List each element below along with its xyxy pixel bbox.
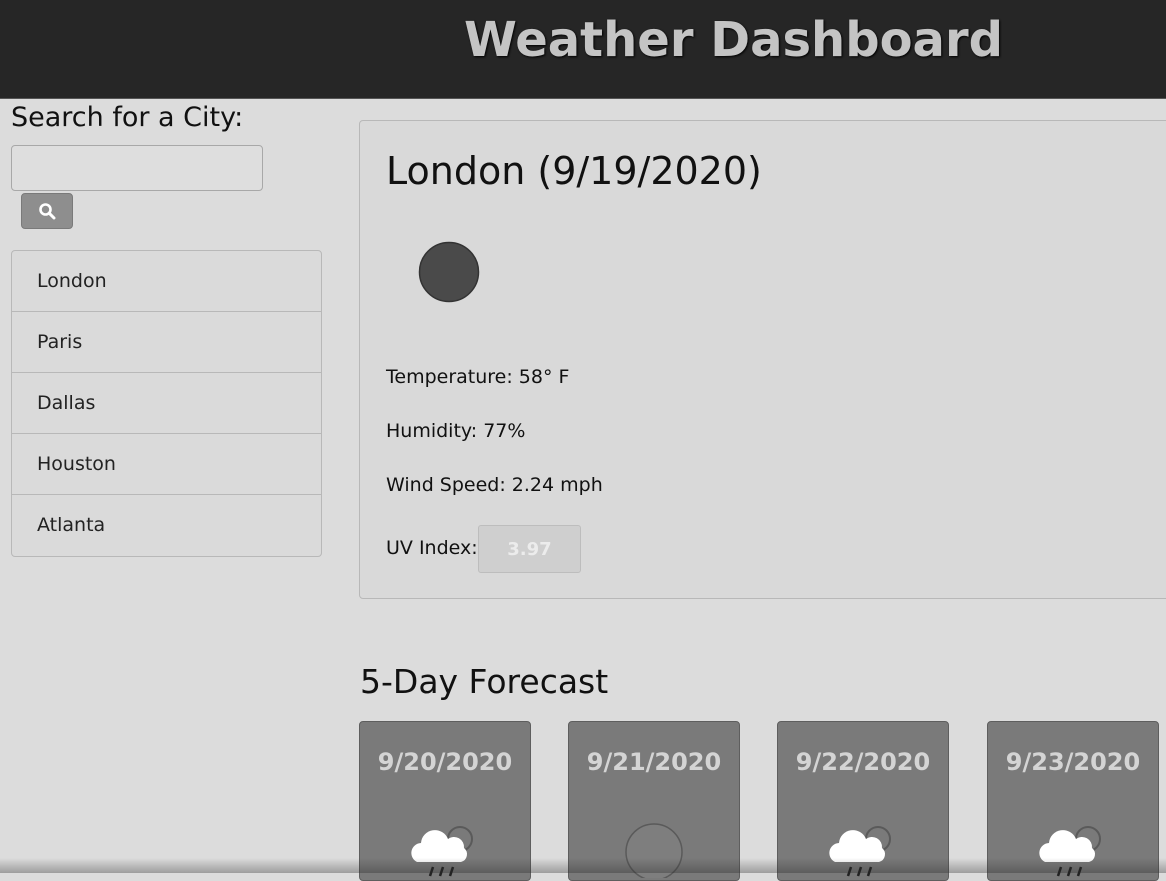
wind-speed-text: Wind Speed: 2.24 mph bbox=[386, 474, 603, 496]
rain-cloud-icon bbox=[1039, 826, 1101, 877]
rain-cloud-icon bbox=[829, 826, 891, 877]
forecast-date: 9/21/2020 bbox=[586, 748, 722, 776]
page-title: Weather Dashboard bbox=[464, 12, 1003, 68]
uv-index-label: UV Index: bbox=[386, 537, 478, 559]
forecast-card: 9/21/2020 bbox=[568, 721, 740, 881]
search-button[interactable] bbox=[21, 193, 73, 229]
forecast-card: 9/20/2020 bbox=[359, 721, 531, 881]
search-label: Search for a City: bbox=[11, 102, 244, 133]
search-icon bbox=[39, 203, 56, 220]
header-bar: Weather Dashboard bbox=[0, 0, 1166, 99]
forecast-card: 9/23/2020 bbox=[987, 721, 1159, 881]
city-item-houston[interactable]: Houston bbox=[12, 434, 321, 495]
current-weather-card: London (9/19/2020) Temperature: 58° F Hu… bbox=[359, 120, 1166, 599]
forecast-date: 9/22/2020 bbox=[795, 748, 931, 776]
rain-cloud-icon bbox=[411, 826, 473, 877]
uv-index-badge: 3.97 bbox=[478, 525, 581, 573]
forecast-date: 9/23/2020 bbox=[1005, 748, 1141, 776]
clear-night-icon bbox=[625, 823, 683, 878]
city-item-dallas[interactable]: Dallas bbox=[12, 373, 321, 434]
forecast-card: 9/22/2020 bbox=[777, 721, 949, 881]
humidity-text: Humidity: 77% bbox=[386, 420, 526, 442]
forecast-heading: 5-Day Forecast bbox=[360, 662, 609, 701]
city-item-atlanta[interactable]: Atlanta bbox=[12, 495, 321, 556]
temperature-text: Temperature: 58° F bbox=[386, 366, 570, 388]
clear-night-icon bbox=[418, 241, 480, 303]
city-item-paris[interactable]: Paris bbox=[12, 312, 321, 373]
forecast-date: 9/20/2020 bbox=[377, 748, 513, 776]
city-search-input[interactable] bbox=[11, 145, 263, 191]
search-history-list: London Paris Dallas Houston Atlanta bbox=[11, 250, 322, 557]
city-item-london[interactable]: London bbox=[12, 251, 321, 312]
current-city-title: London (9/19/2020) bbox=[386, 149, 762, 193]
